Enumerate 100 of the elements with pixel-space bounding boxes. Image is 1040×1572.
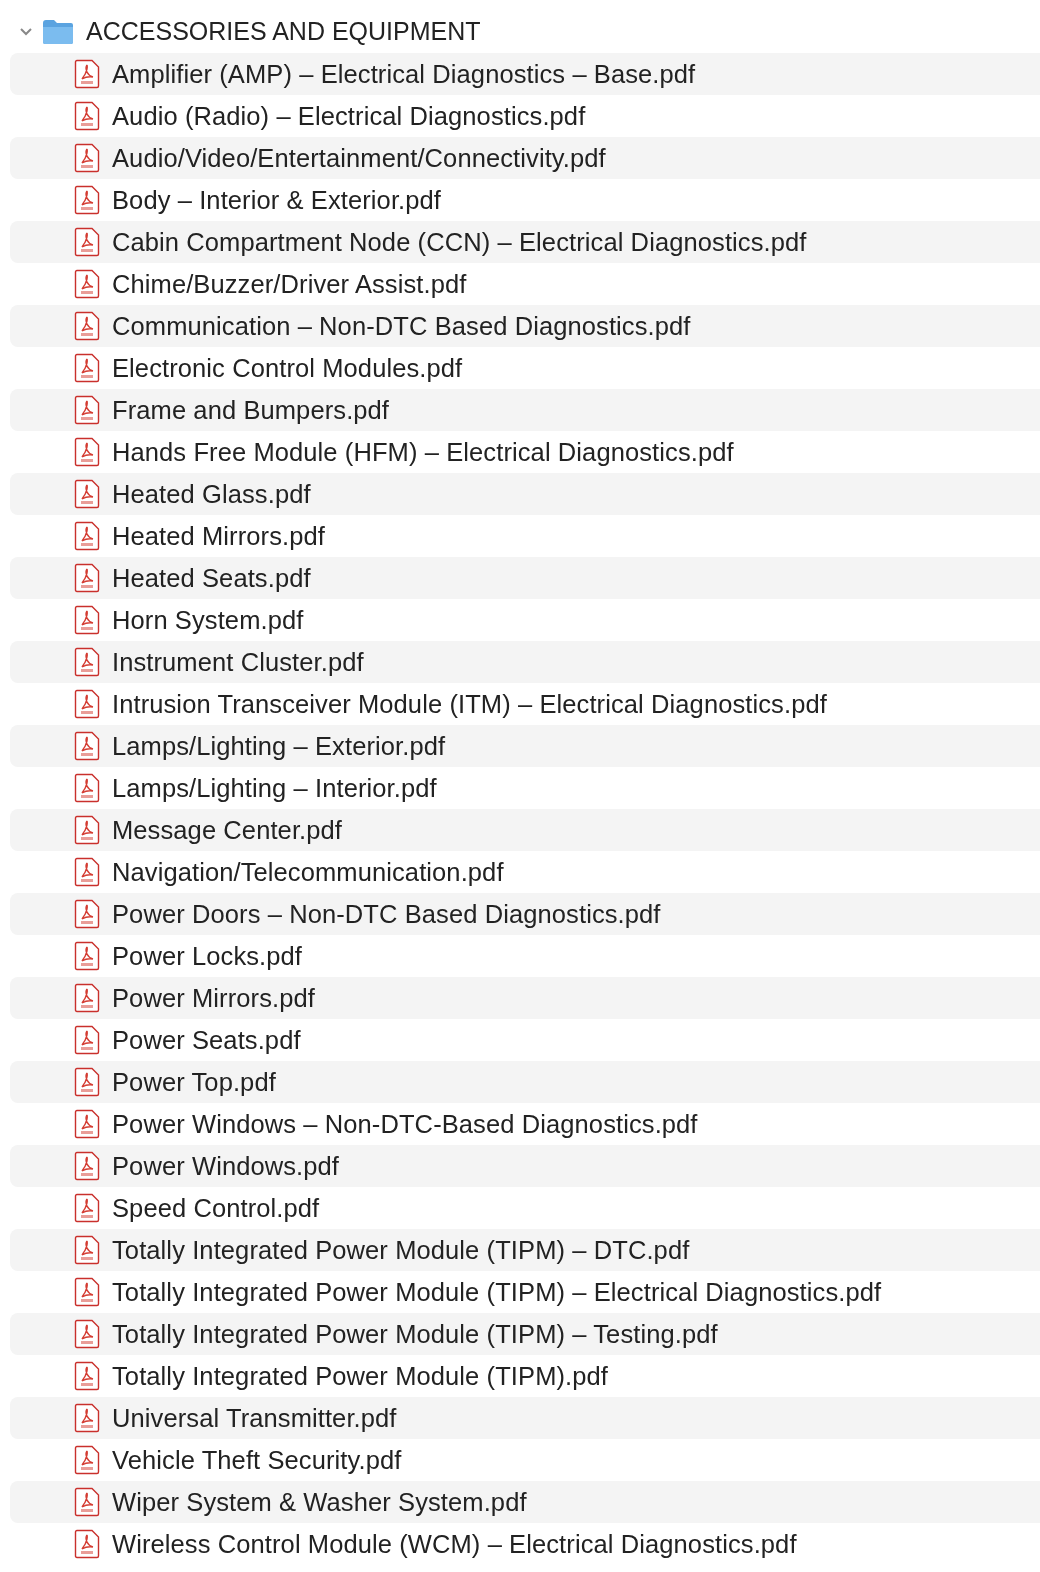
pdf-file-icon (74, 857, 100, 887)
file-row[interactable]: Power Doors – Non-DTC Based Diagnostics.pdf (10, 893, 1040, 935)
file-name: Intrusion Transceiver Module (ITM) – Electrical Diagnostics.pdf (112, 689, 827, 719)
pdf-file-icon (74, 227, 100, 257)
file-row[interactable]: Chime/Buzzer/Driver Assist.pdf (10, 263, 1040, 305)
file-row[interactable]: Electronic Control Modules.pdf (10, 347, 1040, 389)
pdf-file-icon (74, 311, 100, 341)
pdf-file-icon (74, 1277, 100, 1307)
pdf-file-icon (74, 353, 100, 383)
file-name: Electronic Control Modules.pdf (112, 353, 463, 383)
file-name: Cabin Compartment Node (CCN) – Electrical Diagnostics.pdf (112, 227, 807, 257)
file-name: Frame and Bumpers.pdf (112, 395, 390, 425)
file-name: Power Windows.pdf (112, 1151, 340, 1181)
pdf-file-icon (74, 647, 100, 677)
file-name: Body – Interior & Exterior.pdf (112, 185, 441, 215)
file-row[interactable]: Navigation/Telecommunication.pdf (10, 851, 1040, 893)
file-row[interactable]: Hands Free Module (HFM) – Electrical Diagnostics.pdf (10, 431, 1040, 473)
file-name: Heated Glass.pdf (112, 479, 311, 509)
file-row[interactable]: Wireless Control Module (WCM) – Electrical Diagnostics.pdf (10, 1523, 1040, 1565)
file-name: Power Doors – Non-DTC Based Diagnostics.pdf (112, 899, 661, 929)
file-row[interactable]: Lamps/Lighting – Exterior.pdf (10, 725, 1040, 767)
file-row[interactable]: Audio (Radio) – Electrical Diagnostics.pdf (10, 95, 1040, 137)
pdf-file-icon (74, 479, 100, 509)
file-row[interactable]: Totally Integrated Power Module (TIPM) – Electrical Diagnostics.pdf (10, 1271, 1040, 1313)
file-row[interactable]: Frame and Bumpers.pdf (10, 389, 1040, 431)
pdf-file-icon (74, 1151, 100, 1181)
file-row[interactable]: Horn System.pdf (10, 599, 1040, 641)
pdf-file-icon (74, 1193, 100, 1223)
pdf-file-icon (74, 1319, 100, 1349)
file-row[interactable]: Totally Integrated Power Module (TIPM) – DTC.pdf (10, 1229, 1040, 1271)
file-name: Navigation/Telecommunication.pdf (112, 857, 504, 887)
file-name: Wireless Control Module (WCM) – Electrical Diagnostics.pdf (112, 1529, 797, 1559)
pdf-file-icon (74, 1025, 100, 1055)
file-name: Lamps/Lighting – Interior.pdf (112, 773, 437, 803)
file-row[interactable]: Amplifier (AMP) – Electrical Diagnostics – Base.pdf (10, 53, 1040, 95)
file-name: Audio/Video/Entertainment/Connectivity.pdf (112, 143, 606, 173)
pdf-file-icon (74, 185, 100, 215)
folder-icon (42, 18, 74, 45)
file-name: Audio (Radio) – Electrical Diagnostics.pdf (112, 101, 586, 131)
file-name: Power Top.pdf (112, 1067, 276, 1097)
pdf-file-icon (74, 1445, 100, 1475)
file-row[interactable]: Totally Integrated Power Module (TIPM).pdf (10, 1355, 1040, 1397)
file-row[interactable]: Universal Transmitter.pdf (10, 1397, 1040, 1439)
pdf-file-icon (74, 773, 100, 803)
folder-name: ACCESSORIES AND EQUIPMENT (86, 17, 481, 46)
file-row[interactable]: Heated Mirrors.pdf (10, 515, 1040, 557)
file-row[interactable]: Heated Glass.pdf (10, 473, 1040, 515)
file-name: Totally Integrated Power Module (TIPM) – Testing.pdf (112, 1319, 718, 1349)
file-name: Wiper System & Washer System.pdf (112, 1487, 527, 1517)
file-name: Vehicle Theft Security.pdf (112, 1445, 402, 1475)
file-name: Amplifier (AMP) – Electrical Diagnostics – Base.pdf (112, 59, 696, 89)
file-name: Chime/Buzzer/Driver Assist.pdf (112, 269, 467, 299)
file-name: Power Windows – Non-DTC-Based Diagnostics.pdf (112, 1109, 698, 1139)
file-name: Power Mirrors.pdf (112, 983, 315, 1013)
pdf-file-icon (74, 941, 100, 971)
pdf-file-icon (74, 983, 100, 1013)
file-row[interactable]: Cabin Compartment Node (CCN) – Electrical Diagnostics.pdf (10, 221, 1040, 263)
file-row[interactable]: Speed Control.pdf (10, 1187, 1040, 1229)
file-row[interactable]: Power Top.pdf (10, 1061, 1040, 1103)
pdf-file-icon (74, 1109, 100, 1139)
file-row[interactable]: Lamps/Lighting – Interior.pdf (10, 767, 1040, 809)
file-row[interactable]: Audio/Video/Entertainment/Connectivity.pdf (10, 137, 1040, 179)
pdf-file-icon (74, 1403, 100, 1433)
file-row[interactable]: Communication – Non-DTC Based Diagnostics.pdf (10, 305, 1040, 347)
file-row[interactable]: Power Windows – Non-DTC-Based Diagnostics.pdf (10, 1103, 1040, 1145)
file-row[interactable]: Vehicle Theft Security.pdf (10, 1439, 1040, 1481)
file-name: Universal Transmitter.pdf (112, 1403, 397, 1433)
file-row[interactable]: Wiper System & Washer System.pdf (10, 1481, 1040, 1523)
pdf-file-icon (74, 1361, 100, 1391)
file-name: Heated Mirrors.pdf (112, 521, 325, 551)
pdf-file-icon (74, 395, 100, 425)
file-name: Totally Integrated Power Module (TIPM).pdf (112, 1361, 608, 1391)
file-row[interactable]: Body – Interior & Exterior.pdf (10, 179, 1040, 221)
file-row[interactable]: Power Locks.pdf (10, 935, 1040, 977)
file-name: Lamps/Lighting – Exterior.pdf (112, 731, 446, 761)
file-name: Totally Integrated Power Module (TIPM) – Electrical Diagnostics.pdf (112, 1277, 882, 1307)
pdf-file-icon (74, 59, 100, 89)
file-row[interactable]: Power Seats.pdf (10, 1019, 1040, 1061)
pdf-file-icon (74, 899, 100, 929)
file-row[interactable]: Totally Integrated Power Module (TIPM) – Testing.pdf (10, 1313, 1040, 1355)
file-name: Message Center.pdf (112, 815, 343, 845)
file-row[interactable]: Message Center.pdf (10, 809, 1040, 851)
file-row[interactable]: Power Mirrors.pdf (10, 977, 1040, 1019)
pdf-file-icon (74, 689, 100, 719)
pdf-file-icon (74, 605, 100, 635)
pdf-file-icon (74, 437, 100, 467)
pdf-file-icon (74, 101, 100, 131)
file-name: Heated Seats.pdf (112, 563, 311, 593)
file-row[interactable]: Instrument Cluster.pdf (10, 641, 1040, 683)
file-row[interactable]: Heated Seats.pdf (10, 557, 1040, 599)
file-row[interactable]: Intrusion Transceiver Module (ITM) – Electrical Diagnostics.pdf (10, 683, 1040, 725)
file-row[interactable]: Power Windows.pdf (10, 1145, 1040, 1187)
file-name: Totally Integrated Power Module (TIPM) – DTC.pdf (112, 1235, 690, 1265)
pdf-file-icon (74, 143, 100, 173)
pdf-file-icon (74, 815, 100, 845)
file-name: Communication – Non-DTC Based Diagnostics.pdf (112, 311, 691, 341)
file-name: Hands Free Module (HFM) – Electrical Diagnostics.pdf (112, 437, 734, 467)
pdf-file-icon (74, 731, 100, 761)
pdf-file-icon (74, 1235, 100, 1265)
pdf-file-icon (74, 1529, 100, 1559)
